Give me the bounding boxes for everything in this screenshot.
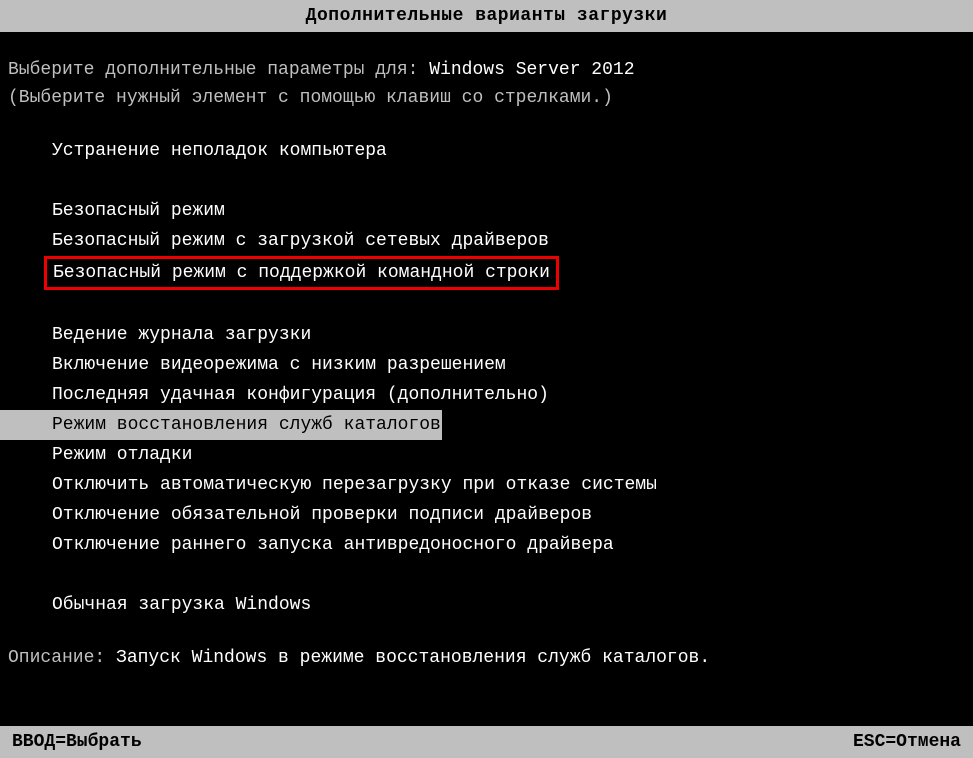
menu-item-debug[interactable]: Режим отладки: [0, 440, 973, 470]
description-line: Описание: Запуск Windows в режиме восста…: [0, 640, 973, 668]
menu-item-last-known-good[interactable]: Последняя удачная конфигурация (дополнит…: [0, 380, 973, 410]
menu-item-disable-auto-restart[interactable]: Отключить автоматическую перезагрузку пр…: [0, 470, 973, 500]
footer-bar: ВВОД=Выбрать ESC=Отмена: [0, 726, 973, 758]
instruction-line: (Выберите нужный элемент с помощью клави…: [0, 80, 973, 108]
menu-item-disable-driver-sig[interactable]: Отключение обязательной проверки подписи…: [0, 500, 973, 530]
description-text: Запуск Windows в режиме восстановления с…: [116, 648, 710, 668]
menu-item-lowres-video[interactable]: Включение видеорежима с низким разрешени…: [0, 350, 973, 380]
footer-esc: ESC=Отмена: [853, 732, 961, 752]
spacer: [0, 166, 973, 196]
title-text: Дополнительные варианты загрузки: [306, 6, 668, 26]
menu-item-dsrm[interactable]: Режим восстановления служб каталогов: [0, 410, 442, 440]
menu-item-safemode[interactable]: Безопасный режим: [0, 196, 973, 226]
prompt-line: Выберите дополнительные параметры для: W…: [0, 52, 973, 80]
prompt-prefix: Выберите дополнительные параметры для:: [8, 60, 429, 80]
content-area: Выберите дополнительные параметры для: W…: [0, 52, 973, 668]
spacer: [0, 290, 973, 320]
menu-item-normal-start[interactable]: Обычная загрузка Windows: [0, 590, 973, 620]
title-bar: Дополнительные варианты загрузки: [0, 0, 973, 32]
menu-item-safemode-cmd[interactable]: Безопасный режим с поддержкой командной …: [44, 256, 559, 290]
menu-item-repair[interactable]: Устранение неполадок компьютера: [0, 136, 973, 166]
footer-enter: ВВОД=Выбрать: [12, 732, 142, 752]
menu-item-safemode-network[interactable]: Безопасный режим с загрузкой сетевых дра…: [0, 226, 973, 256]
menu-item-disable-elam[interactable]: Отключение раннего запуска антивредоносн…: [0, 530, 973, 560]
boot-options-menu: Устранение неполадок компьютера Безопасн…: [0, 136, 973, 620]
spacer: [0, 560, 973, 590]
prompt-target: Windows Server 2012: [429, 60, 634, 80]
menu-item-boot-logging[interactable]: Ведение журнала загрузки: [0, 320, 973, 350]
description-label: Описание:: [8, 648, 116, 668]
